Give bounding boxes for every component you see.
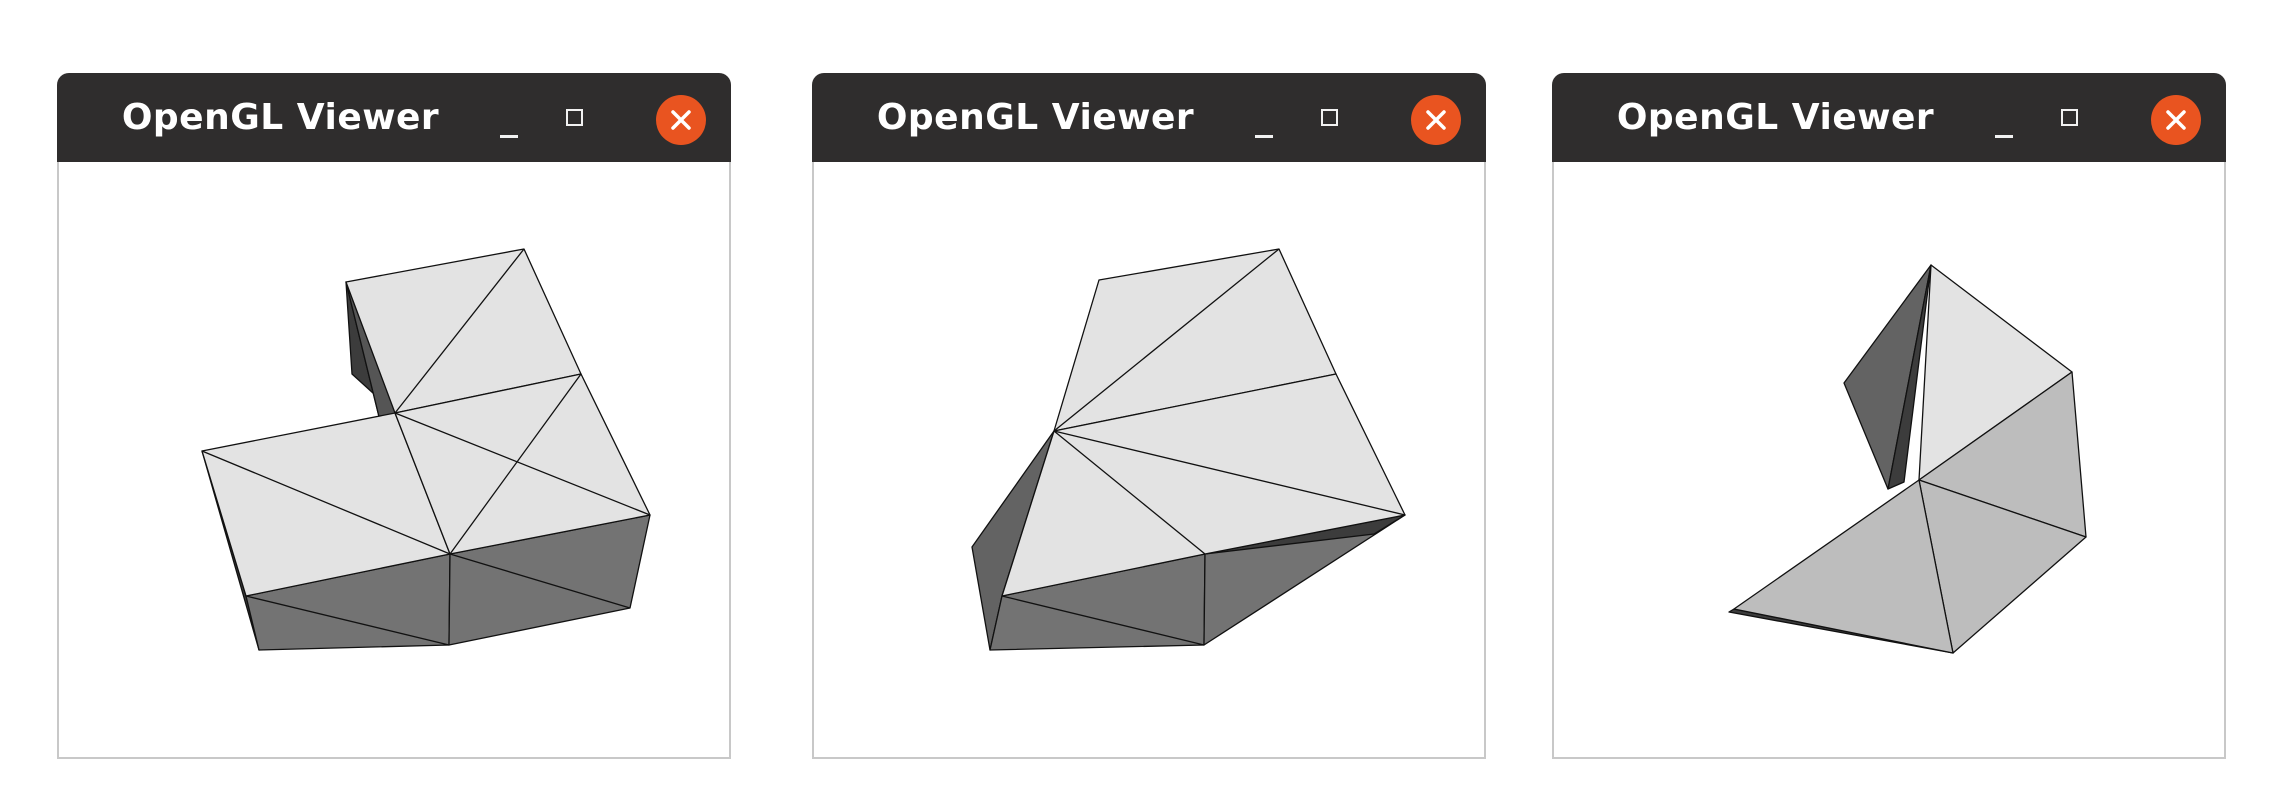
title-bar[interactable]: OpenGL Viewer: [812, 73, 1486, 162]
close-button[interactable]: [2151, 95, 2201, 145]
minimize-icon: [1255, 135, 1273, 138]
window-title: OpenGL Viewer: [1616, 97, 1935, 138]
mesh-render: [971, 248, 1406, 651]
maximize-icon: [2061, 109, 2078, 126]
window-title: OpenGL Viewer: [876, 97, 1195, 138]
gl-viewport[interactable]: [814, 162, 1484, 759]
minimize-button[interactable]: [1242, 102, 1286, 146]
opengl-viewer-window-1: OpenGL Viewer: [57, 73, 731, 759]
opengl-viewer-window-3: OpenGL Viewer: [1552, 73, 2226, 759]
mesh-render: [201, 248, 651, 651]
minimize-icon: [1995, 135, 2013, 138]
close-icon: [1426, 110, 1446, 130]
mesh-render: [1728, 264, 2087, 654]
title-bar[interactable]: OpenGL Viewer: [1552, 73, 2226, 162]
minimize-button[interactable]: [487, 102, 531, 146]
maximize-icon: [1321, 109, 1338, 126]
gl-viewport[interactable]: [1554, 162, 2224, 759]
close-button[interactable]: [656, 95, 706, 145]
maximize-icon: [566, 109, 583, 126]
title-bar[interactable]: OpenGL Viewer: [57, 73, 731, 162]
maximize-button[interactable]: [2047, 95, 2093, 141]
close-icon: [2166, 110, 2186, 130]
close-icon: [671, 110, 691, 130]
maximize-button[interactable]: [1307, 95, 1353, 141]
window-title: OpenGL Viewer: [121, 97, 440, 138]
opengl-viewer-window-2: OpenGL Viewer: [812, 73, 1486, 759]
maximize-button[interactable]: [552, 95, 598, 141]
close-button[interactable]: [1411, 95, 1461, 145]
minimize-icon: [500, 135, 518, 138]
gl-viewport[interactable]: [59, 162, 729, 759]
minimize-button[interactable]: [1982, 102, 2026, 146]
